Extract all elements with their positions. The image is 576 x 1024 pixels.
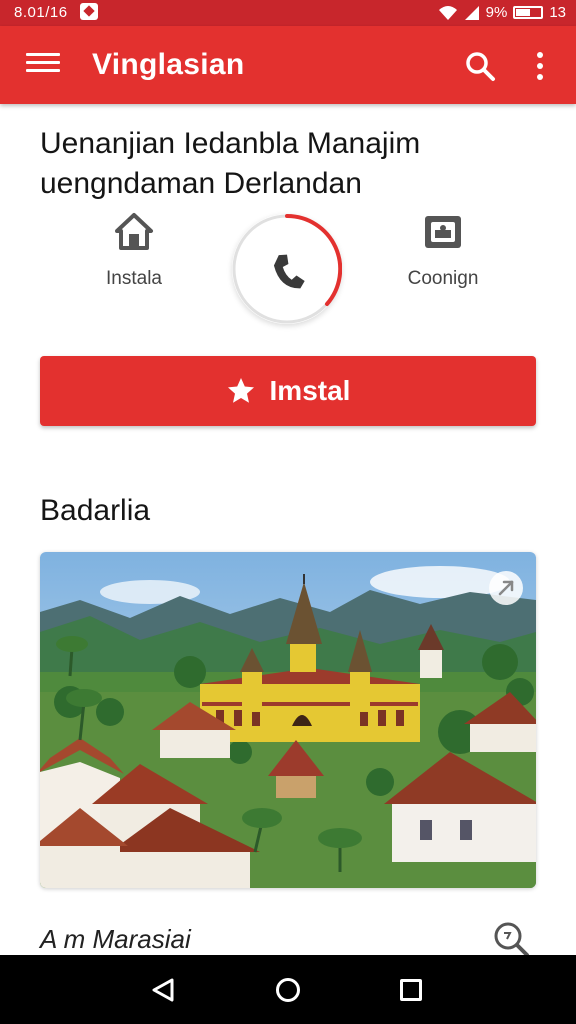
status-extra: 13 <box>549 4 566 21</box>
status-bar: 8.01/16 9% 13 <box>0 0 576 26</box>
search-icon[interactable] <box>464 50 496 82</box>
call-button[interactable] <box>232 214 342 324</box>
wifi-icon <box>438 5 457 20</box>
recent-apps-icon[interactable] <box>400 979 422 1001</box>
quick-action-label: Instala <box>106 268 162 289</box>
temple-photo-illustration <box>40 552 536 888</box>
app-title: Vinglasian <box>92 48 245 81</box>
temple-village-photo[interactable] <box>40 552 536 888</box>
quick-action-config[interactable]: Coonign <box>400 210 486 290</box>
phone-icon <box>273 254 305 289</box>
battery-icon <box>513 6 544 19</box>
star-icon <box>227 378 254 403</box>
close-icon <box>498 580 514 596</box>
menu-icon[interactable] <box>26 53 60 77</box>
battery-percent: 9% <box>485 4 508 21</box>
zoom-icon[interactable] <box>492 920 530 958</box>
home-icon <box>115 213 153 250</box>
signal-icon <box>464 5 479 20</box>
photo-caption: A m Marasiai <box>40 924 191 954</box>
install-button-label: Imstal <box>269 375 351 406</box>
notification-icon <box>80 3 98 20</box>
section-title: Badarlia <box>40 494 151 527</box>
status-icons: 9% 13 <box>438 4 566 21</box>
quick-action-label: Coonign <box>407 268 479 289</box>
status-time: 8.01/16 <box>14 4 68 21</box>
headline-line-1: Uenanjian Iedanbla Manajim <box>40 127 421 160</box>
home-button-icon[interactable] <box>276 978 300 1002</box>
photo-close-button[interactable] <box>489 571 523 605</box>
headline-line-2: uengndaman Derlandan <box>40 167 362 200</box>
more-options-icon[interactable] <box>532 52 548 82</box>
app-bar: Vinglasian <box>0 26 576 104</box>
navigation-bar <box>0 955 576 1024</box>
headline: Uenanjian Iedanbla Manajim uengndaman De… <box>40 124 540 204</box>
wallet-icon <box>425 216 461 248</box>
quick-action-install[interactable]: Instala <box>96 210 172 290</box>
back-icon[interactable] <box>150 977 176 1003</box>
install-button[interactable]: Imstal <box>40 356 536 426</box>
